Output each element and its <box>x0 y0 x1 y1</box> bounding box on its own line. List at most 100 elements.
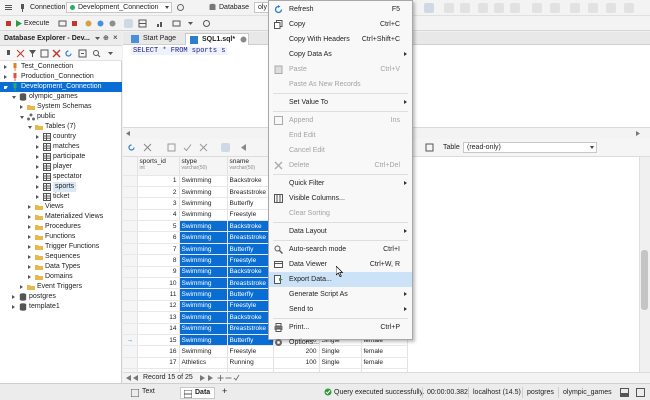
table-cell[interactable]: Breaststroke <box>227 277 274 290</box>
tree-node[interactable]: Event Triggers <box>0 282 122 292</box>
step-icon[interactable] <box>58 19 67 28</box>
tree-node[interactable]: Development_Connection <box>0 82 122 92</box>
table-cell[interactable]: 8 <box>137 254 180 267</box>
row-header[interactable] <box>123 323 138 335</box>
connection-select[interactable]: Development_Connection <box>66 2 172 13</box>
expand-closed-icon[interactable] <box>28 215 31 219</box>
table-cell[interactable]: 100 <box>273 357 320 370</box>
expand-closed-icon[interactable] <box>28 235 31 239</box>
toggle-icon[interactable] <box>570 3 580 13</box>
table-cell[interactable]: Swimming <box>179 186 228 199</box>
delete-row-icon[interactable] <box>167 143 176 152</box>
table-cell[interactable]: Breaststroke <box>227 231 274 244</box>
dropdown-icon[interactable] <box>94 34 101 43</box>
scroll-left-icon[interactable] <box>125 130 131 137</box>
results-toggle-icon[interactable] <box>124 19 133 28</box>
tab-start-page[interactable]: Start Page <box>127 33 182 45</box>
table-cell[interactable]: 17 <box>137 357 180 370</box>
stop-icon[interactable] <box>70 19 79 28</box>
table-cell[interactable]: Swimming <box>179 197 228 210</box>
close-icon[interactable]: × <box>113 33 118 42</box>
first-icon[interactable] <box>125 374 132 382</box>
table-cell[interactable]: Swimming <box>179 209 228 222</box>
execute-button[interactable]: Execute <box>24 20 49 27</box>
tree-node[interactable]: sports <box>0 182 122 192</box>
collapse-icon[interactable] <box>78 49 87 58</box>
table-cell[interactable]: Swimming <box>179 300 228 313</box>
menu-item-send-to[interactable]: Send to <box>269 302 412 317</box>
menu-icon[interactable] <box>4 3 13 12</box>
cancel-icon[interactable] <box>143 143 152 152</box>
first-record-icon[interactable] <box>239 143 248 152</box>
snippet-icon[interactable] <box>588 3 598 13</box>
menu-item-set-value-to[interactable]: Set Value To <box>269 95 412 110</box>
table-cell[interactable]: Backstroke <box>227 175 274 187</box>
refresh-toolbar-icon[interactable] <box>202 19 211 28</box>
menu-item-quick-filter[interactable]: Quick Filter <box>269 176 412 191</box>
options-icon[interactable] <box>624 3 634 13</box>
table-cell[interactable]: Swimming <box>179 266 228 279</box>
search-explorer-icon[interactable] <box>92 49 101 58</box>
row-header[interactable] <box>123 231 138 244</box>
expand-open-icon[interactable] <box>12 96 16 99</box>
indent-icon[interactable] <box>460 3 470 13</box>
last-icon[interactable] <box>207 374 214 382</box>
row-header[interactable] <box>123 243 138 256</box>
expand-closed-icon[interactable] <box>28 245 31 249</box>
row-header[interactable] <box>123 345 138 358</box>
scroll-right-icon[interactable] <box>635 130 641 137</box>
expand-closed-icon[interactable] <box>36 165 39 169</box>
tree-node[interactable]: participate <box>0 152 122 162</box>
column-header[interactable]: sports_id int <box>137 157 180 176</box>
add-tab-icon[interactable]: + <box>222 386 227 396</box>
table-cell[interactable]: 7 <box>137 243 180 256</box>
table-cell[interactable]: 14 <box>137 323 180 335</box>
tab-sql1[interactable]: SQL1.sql* <box>185 33 249 45</box>
tree-node[interactable]: Test_Connection <box>0 62 122 72</box>
table-cell[interactable]: Swimming <box>179 345 228 358</box>
filter-icon[interactable] <box>28 49 37 58</box>
table-cell[interactable]: Butterfly <box>227 197 274 210</box>
table-cell[interactable]: Swimming <box>179 243 228 256</box>
text-mode-icon[interactable] <box>172 19 181 28</box>
column-header[interactable]: sname varchar(50) <box>227 157 274 176</box>
pin-icon[interactable]: ⊕ <box>103 34 109 42</box>
table-cell[interactable]: Swimming <box>179 254 228 267</box>
profile-icon[interactable] <box>156 19 165 28</box>
tree-node[interactable]: matches <box>0 142 122 152</box>
align-icon[interactable] <box>444 3 454 13</box>
row-header[interactable] <box>123 357 138 370</box>
tree-node[interactable]: player <box>0 162 122 172</box>
expand-open-icon[interactable] <box>20 116 24 119</box>
delete-connection-icon[interactable] <box>52 49 61 58</box>
expand-closed-icon[interactable] <box>28 275 31 279</box>
menu-item-generate-script-as[interactable]: Generate Script As <box>269 287 412 302</box>
table-cell[interactable]: 15 <box>137 334 180 347</box>
table-cell[interactable]: 2 <box>137 186 180 199</box>
tab-close-icon[interactable] <box>240 36 247 43</box>
tree-node[interactable]: Data Types <box>0 262 122 272</box>
tree-node[interactable]: ticket <box>0 192 122 202</box>
menu-item-copy-with-headers[interactable]: Copy With Headers Ctrl+Shift+C <box>269 32 412 47</box>
table-cell[interactable]: Breaststroke <box>227 323 274 335</box>
grid-icon[interactable] <box>138 19 147 28</box>
row-header[interactable] <box>123 186 138 199</box>
tree-node[interactable]: olympic_games <box>0 92 122 102</box>
add-record-icon[interactable] <box>217 374 224 382</box>
table-cell[interactable]: 10 <box>137 277 180 290</box>
tab-text[interactable]: Text <box>128 387 159 399</box>
expand-open-icon[interactable] <box>28 126 32 129</box>
table-cell[interactable]: Butterfly <box>227 243 274 256</box>
outdent-icon[interactable] <box>478 3 488 13</box>
current-row-indicator[interactable]: → <box>123 334 138 347</box>
expand-closed-icon[interactable] <box>36 185 39 189</box>
menu-item-auto-search-mode[interactable]: Auto-search mode Ctrl+I <box>269 242 412 257</box>
disconnect-icon[interactable] <box>16 49 25 58</box>
tree-node[interactable]: Production_Connection <box>0 72 122 82</box>
row-header[interactable] <box>123 277 138 290</box>
tree-node[interactable]: spectator <box>0 172 122 182</box>
properties-icon[interactable] <box>40 49 49 58</box>
find-icon[interactable] <box>550 3 560 13</box>
prev-icon[interactable] <box>132 374 139 382</box>
tab-data[interactable]: Data <box>180 387 216 399</box>
